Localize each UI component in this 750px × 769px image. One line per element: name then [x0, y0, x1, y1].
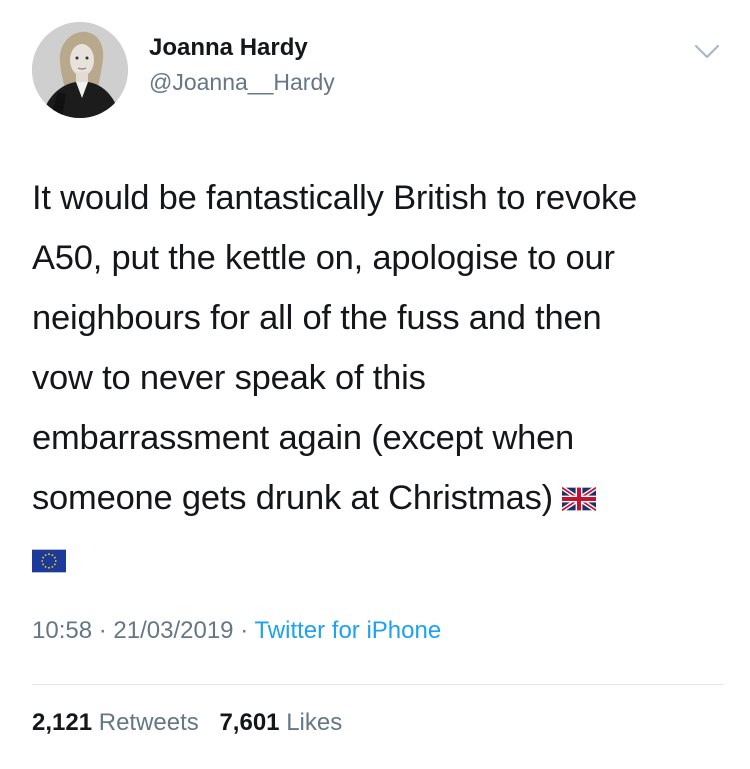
- chevron-down-icon[interactable]: [694, 44, 720, 60]
- tweet-stats: 2,121 Retweets 7,601 Likes: [32, 709, 342, 737]
- tweet-text: It would be fantastically British to rev…: [32, 168, 722, 592]
- avatar[interactable]: [32, 22, 128, 118]
- flag-uk-icon: [561, 470, 598, 530]
- display-name[interactable]: Joanna Hardy: [149, 34, 308, 62]
- likes-count: 7,601: [219, 709, 280, 736]
- divider: [32, 684, 724, 685]
- tweet-text-line: A50, put the kettle on, apologise to our: [32, 239, 615, 277]
- flag-eu-icon: [32, 532, 66, 592]
- user-handle[interactable]: @Joanna__Hardy: [149, 69, 335, 96]
- meta-separator: ·: [240, 617, 249, 644]
- retweets-count: 2,121: [32, 709, 93, 736]
- tweet-text-line: someone gets drunk at Christmas): [32, 479, 553, 517]
- likes-label: Likes: [286, 709, 343, 736]
- retweets-stat[interactable]: 2,121 Retweets: [32, 709, 205, 736]
- tweet-date[interactable]: 21/03/2019: [113, 617, 233, 644]
- retweets-label: Retweets: [98, 709, 199, 736]
- tweet-card: Joanna Hardy @Joanna__Hardy It would be …: [0, 0, 750, 769]
- tweet-text-line-with-flag: someone gets drunk at Christmas): [32, 468, 722, 530]
- likes-stat[interactable]: 7,601 Likes: [219, 709, 342, 736]
- meta-separator: ·: [98, 617, 107, 644]
- tweet-text-line: vow to never speak of this: [32, 359, 426, 397]
- tweet-text-line: It would be fantastically British to rev…: [32, 179, 638, 217]
- tweet-text-flag-line: [32, 530, 722, 592]
- avatar-photo: [32, 22, 128, 118]
- tweet-time[interactable]: 10:58: [32, 617, 92, 644]
- tweet-text-line: embarrassment again (except when: [32, 419, 575, 457]
- tweet-source-link[interactable]: Twitter for iPhone: [254, 617, 441, 644]
- tweet-text-line: neighbours for all of the fuss and then: [32, 299, 602, 337]
- tweet-meta: 10:58 · 21/03/2019 · Twitter for iPhone: [32, 617, 441, 645]
